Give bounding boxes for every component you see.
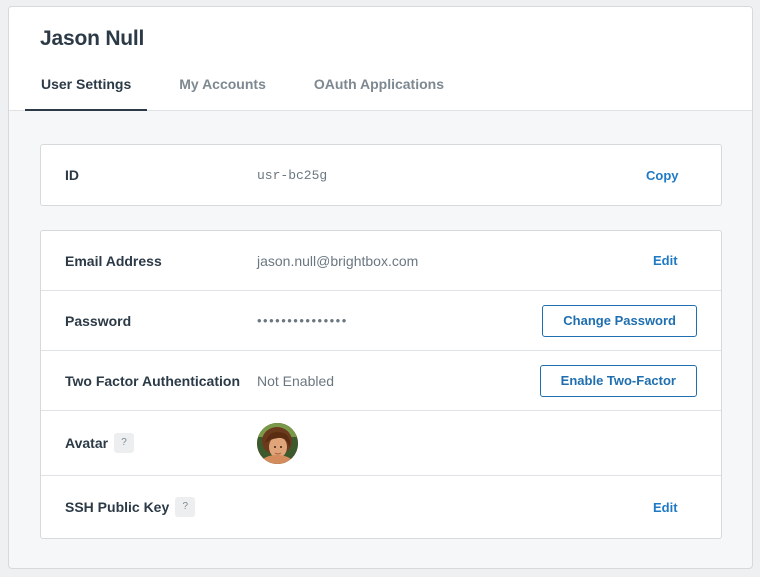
id-card: ID usr-bc25g Copy xyxy=(40,144,722,206)
two-factor-label: Two Factor Authentication xyxy=(65,372,240,389)
avatar-label-group: Avatar ? xyxy=(65,433,135,453)
edit-email-button[interactable]: Edit xyxy=(653,253,678,268)
tab-my-accounts[interactable]: My Accounts xyxy=(163,67,282,111)
page-title: Jason Null xyxy=(40,27,145,50)
id-label: ID xyxy=(65,167,79,183)
two-factor-status: Not Enabled xyxy=(257,372,335,389)
edit-ssh-key-button[interactable]: Edit xyxy=(653,500,678,515)
copy-id-button[interactable]: Copy xyxy=(646,168,679,183)
password-label: Password xyxy=(65,312,132,329)
email-label: Email Address xyxy=(65,252,162,269)
email-row: Email Address jason.null@brightbox.com E… xyxy=(41,231,721,291)
avatar[interactable] xyxy=(257,422,298,464)
id-row: ID usr-bc25g Copy xyxy=(41,145,721,205)
panel-header: Jason Null User Settings My Accounts OAu… xyxy=(9,7,752,111)
avatar-image xyxy=(257,422,298,464)
avatar-label: Avatar xyxy=(65,435,109,451)
email-value: jason.null@brightbox.com xyxy=(257,252,419,269)
tab-user-settings[interactable]: User Settings xyxy=(25,67,148,111)
two-factor-row: Two Factor Authentication Not Enabled En… xyxy=(41,351,721,411)
change-password-button[interactable]: Change Password xyxy=(542,304,697,337)
settings-card: Email Address jason.null@brightbox.com E… xyxy=(40,230,722,539)
ssh-key-row: SSH Public Key ? Edit xyxy=(41,476,721,538)
avatar-row: Avatar ? xyxy=(41,411,721,476)
ssh-key-label: SSH Public Key xyxy=(65,499,170,515)
enable-two-factor-button[interactable]: Enable Two-Factor xyxy=(539,364,697,397)
tab-oauth-applications[interactable]: OAuth Applications xyxy=(298,67,460,111)
password-row: Password ••••••••••••••• Change Password xyxy=(41,291,721,351)
tab-bar: User Settings My Accounts OAuth Applicat… xyxy=(25,67,476,111)
help-icon[interactable]: ? xyxy=(175,497,196,517)
user-settings-panel: Jason Null User Settings My Accounts OAu… xyxy=(8,6,753,569)
id-value: usr-bc25g xyxy=(257,167,328,183)
ssh-label-group: SSH Public Key ? xyxy=(65,497,196,517)
password-value: ••••••••••••••• xyxy=(257,313,348,328)
help-icon[interactable]: ? xyxy=(114,433,135,453)
